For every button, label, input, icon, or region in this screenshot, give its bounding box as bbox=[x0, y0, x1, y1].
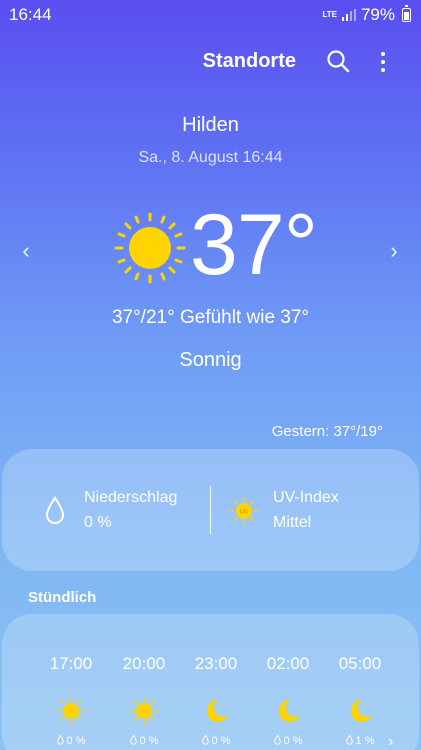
hourly-time: 05:00 bbox=[338, 654, 382, 673]
hourly-precipitation: 1 % bbox=[330, 734, 390, 747]
raindrop-icon bbox=[273, 734, 284, 747]
current-temperature: 37° bbox=[190, 197, 318, 293]
hourly-precipitation: 0 % bbox=[41, 734, 101, 747]
raindrop-icon bbox=[345, 734, 356, 747]
hourly-precipitation-value: 0 % bbox=[139, 735, 159, 747]
raindrop-icon bbox=[201, 734, 212, 747]
hourly-card[interactable] bbox=[2, 614, 419, 750]
hourly-time: 17:00 bbox=[49, 654, 93, 673]
chevron-right-icon[interactable]: › bbox=[388, 733, 393, 750]
chevron-left-icon[interactable]: ‹ bbox=[14, 236, 38, 266]
hourly-precipitation: 0 % bbox=[186, 734, 246, 747]
status-icons: LTE 79% bbox=[322, 5, 411, 25]
lte-icon: LTE bbox=[322, 10, 337, 19]
raindrop-icon bbox=[56, 734, 67, 747]
status-time: 16:44 bbox=[9, 5, 52, 24]
moon-icon bbox=[273, 697, 303, 725]
toolbar: Standorte bbox=[0, 45, 421, 79]
battery-icon bbox=[402, 5, 411, 22]
signal-icon bbox=[341, 9, 356, 21]
moon-icon bbox=[345, 697, 375, 725]
hourly-time: 20:00 bbox=[122, 654, 166, 673]
status-bar: 16:44 LTE 79% bbox=[0, 0, 421, 30]
hourly-precipitation-value: 0 % bbox=[66, 735, 86, 747]
uv-sun-icon: UV bbox=[230, 497, 258, 525]
hourly-title: Stündlich bbox=[28, 589, 97, 606]
battery-percent: 79% bbox=[360, 5, 395, 24]
date-time: Sa., 8. August 16:44 bbox=[138, 149, 283, 166]
hourly-precipitation: 0 % bbox=[258, 734, 318, 747]
hourly-precipitation: 0 % bbox=[114, 734, 174, 747]
uv-index-value: Mittel bbox=[273, 514, 312, 531]
sun-icon bbox=[56, 697, 86, 725]
more-vert-icon[interactable] bbox=[372, 48, 394, 76]
hourly-time: 02:00 bbox=[266, 654, 310, 673]
hourly-precipitation-value: 0 % bbox=[283, 735, 303, 747]
raindrop-icon bbox=[129, 734, 140, 747]
city-name: Hilden bbox=[182, 114, 239, 136]
chevron-right-icon[interactable]: › bbox=[382, 236, 406, 266]
hourly-precipitation-value: 0 % bbox=[211, 735, 231, 747]
uv-index-label: UV-Index bbox=[273, 489, 339, 506]
locations-button[interactable]: Standorte bbox=[203, 50, 296, 73]
moon-icon bbox=[201, 697, 231, 725]
weather-condition: Sonnig bbox=[179, 349, 242, 371]
precipitation-label: Niederschlag bbox=[84, 489, 178, 506]
high-low-feels-like: 37°/21° Gefühlt wie 37° bbox=[111, 307, 310, 328]
precipitation-value: 0 % bbox=[84, 514, 112, 531]
yesterday-temps: Gestern: 37°/19° bbox=[271, 423, 383, 440]
raindrop-icon bbox=[45, 496, 65, 524]
sun-icon bbox=[129, 697, 159, 725]
hourly-precipitation-value: 1 % bbox=[355, 735, 375, 747]
search-icon[interactable] bbox=[325, 48, 351, 74]
divider bbox=[210, 486, 211, 534]
hourly-time: 23:00 bbox=[194, 654, 238, 673]
sun-icon bbox=[114, 212, 186, 284]
svg-text:UV: UV bbox=[239, 509, 249, 516]
